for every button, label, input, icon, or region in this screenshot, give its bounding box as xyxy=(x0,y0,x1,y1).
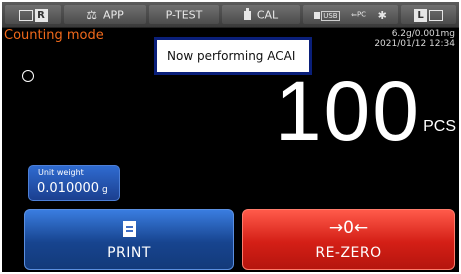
usb-label: USB xyxy=(321,11,340,21)
status-bar: R ⚖ APP P-TEST CAL USB ⇐PC ✱ L xyxy=(2,2,459,28)
print-button[interactable]: PRINT xyxy=(24,209,234,270)
window-icon xyxy=(429,9,443,21)
unit-weight-value: 0.010000 xyxy=(37,181,100,196)
pc-label: PC xyxy=(356,10,367,19)
device-screen: R ⚖ APP P-TEST CAL USB ⇐PC ✱ L Counting m… xyxy=(2,2,459,272)
count-unit: PCS xyxy=(423,118,456,135)
unit-weight-value-row: 0.010000 g xyxy=(37,181,108,196)
app-label: APP xyxy=(102,8,124,22)
re-zero-button[interactable]: →0← RE-ZERO xyxy=(242,209,455,270)
stability-indicator-icon xyxy=(22,70,34,82)
cal-label: CAL xyxy=(256,8,279,22)
weight-icon xyxy=(243,7,251,20)
unit-weight-button[interactable]: Unit weight 0.010000 g xyxy=(28,165,120,201)
re-zero-label: RE-ZERO xyxy=(315,245,382,261)
datetime: 2021/01/12 12:34 xyxy=(374,39,455,49)
zero-arrows-icon: →0← xyxy=(328,218,369,238)
usb-icon xyxy=(314,11,321,19)
app-button[interactable]: ⚖ APP xyxy=(64,5,146,24)
cal-button[interactable]: CAL xyxy=(222,5,300,24)
balance-icon: ⚖ xyxy=(86,7,97,22)
connection-status[interactable]: USB ⇐PC ✱ xyxy=(303,5,398,24)
layout-button[interactable]: L xyxy=(401,5,456,24)
unit-weight-label: Unit weight xyxy=(38,168,84,177)
window-icon xyxy=(18,9,33,21)
count-reading: 100 xyxy=(274,64,421,158)
display-mode-button[interactable]: R xyxy=(5,5,61,24)
capacity-readability: 6.2g/0.001mg xyxy=(391,29,455,39)
bluetooth-icon: ✱ xyxy=(377,8,387,22)
l-icon: L xyxy=(414,8,427,22)
print-label: PRINT xyxy=(107,245,151,261)
mode-title: Counting mode xyxy=(4,28,104,43)
unit-weight-unit: g xyxy=(102,185,108,195)
print-document-icon xyxy=(123,221,136,237)
r-icon: R xyxy=(34,8,48,22)
p-test-button[interactable]: P-TEST xyxy=(149,5,219,24)
p-test-label: P-TEST xyxy=(165,8,203,22)
